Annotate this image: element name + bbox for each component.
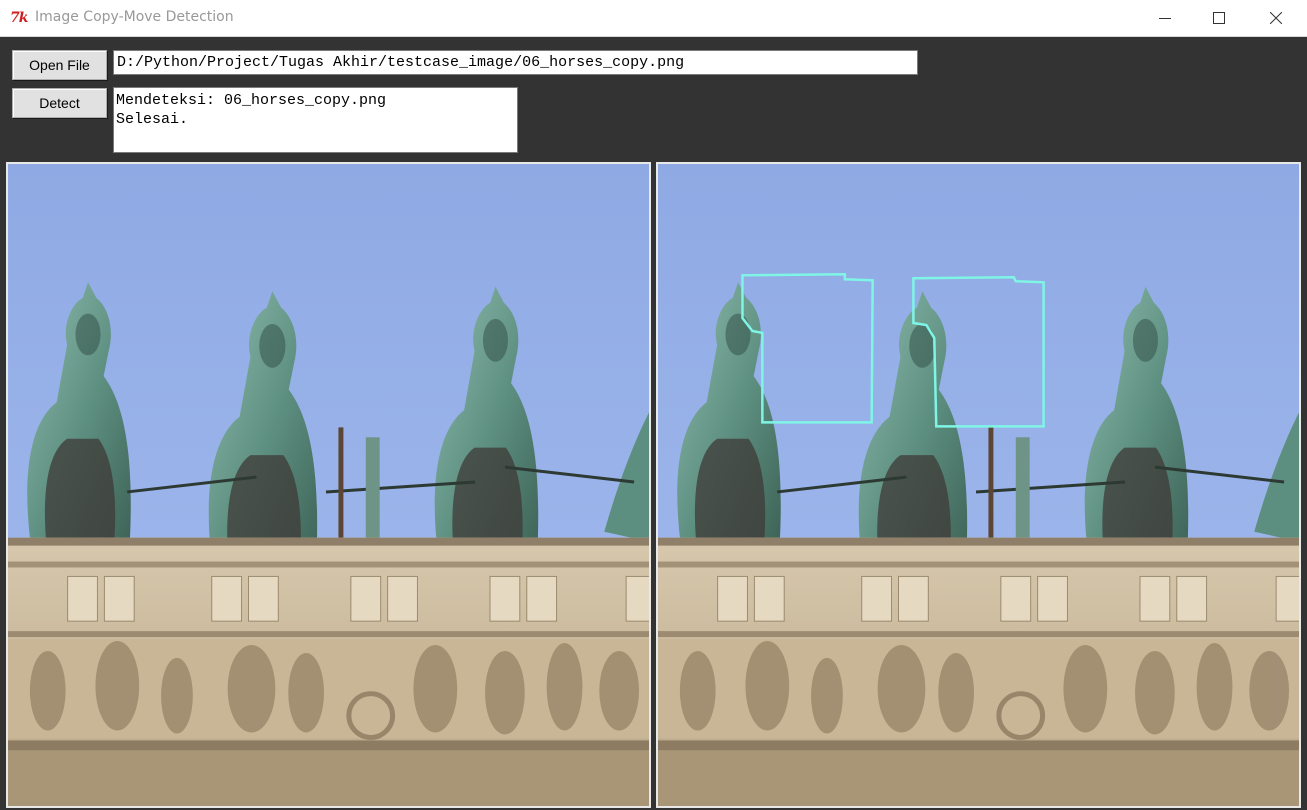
original-image: [8, 164, 649, 806]
minimize-button[interactable]: [1142, 0, 1188, 36]
detection-result-image: [658, 164, 1299, 806]
log-line: Selesai.: [116, 111, 189, 128]
detection-result-canvas: [656, 162, 1301, 808]
status-log[interactable]: Mendeteksi: 06_horses_copy.png Selesai.: [113, 87, 518, 153]
title-bar: 7k Image Copy-Move Detection: [0, 0, 1307, 37]
log-line: Mendeteksi: 06_horses_copy.png: [116, 92, 387, 109]
close-button[interactable]: [1253, 0, 1299, 36]
open-file-button[interactable]: Open File: [12, 50, 107, 80]
file-path-field[interactable]: D:/Python/Project/Tugas Akhir/testcase_i…: [113, 50, 918, 75]
maximize-button[interactable]: [1196, 0, 1242, 36]
detect-button[interactable]: Detect: [12, 88, 107, 118]
minimize-icon: [1159, 18, 1171, 19]
original-image-canvas: [6, 162, 651, 808]
maximize-icon: [1213, 12, 1225, 24]
window-title: Image Copy-Move Detection: [35, 9, 234, 25]
tk-app-icon: 7k: [10, 10, 28, 26]
close-icon: [1270, 12, 1282, 24]
